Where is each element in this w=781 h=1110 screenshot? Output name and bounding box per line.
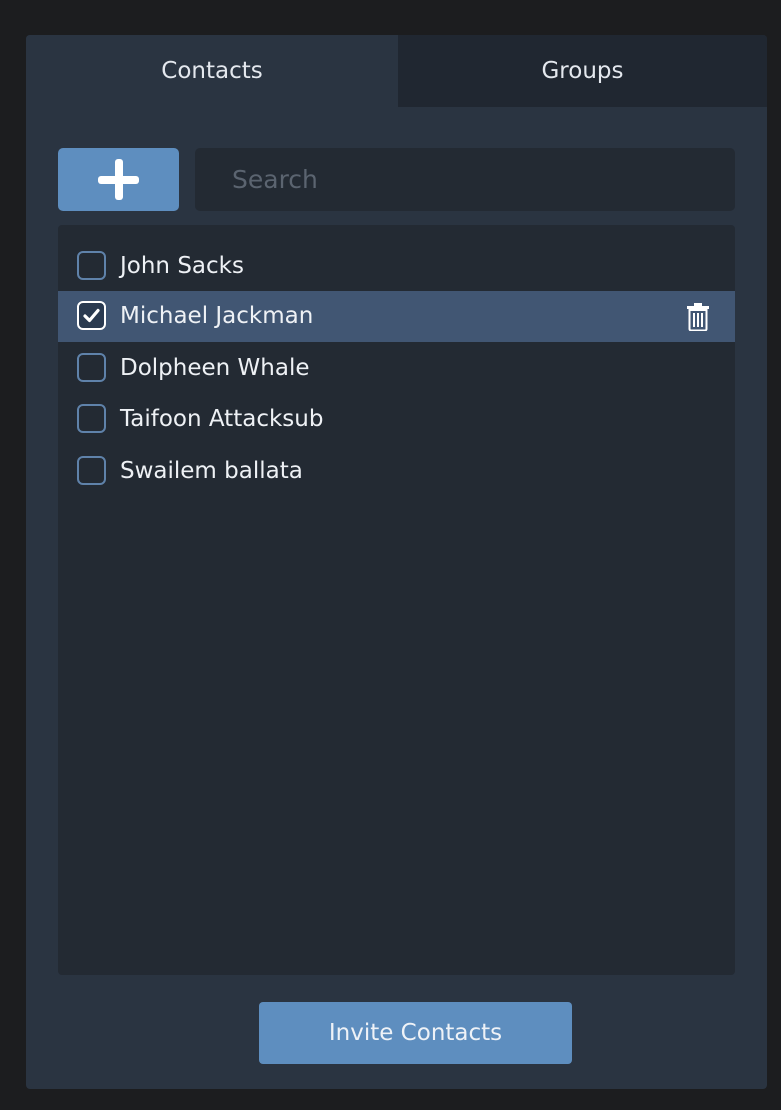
add-contact-button[interactable] <box>58 148 179 211</box>
list-item[interactable]: Taifoon Attacksub <box>58 394 735 445</box>
search-input[interactable] <box>195 148 735 211</box>
contact-checkbox[interactable] <box>77 456 106 485</box>
contact-list: John Sacks Michael Jackman Dolpheen Whal… <box>58 225 735 975</box>
list-item[interactable]: Michael Jackman <box>58 291 735 342</box>
contact-name: Michael Jackman <box>120 303 314 329</box>
list-item[interactable]: John Sacks <box>58 241 735 292</box>
contact-checkbox[interactable] <box>77 353 106 382</box>
contact-name: Taifoon Attacksub <box>120 406 324 432</box>
tab-groups[interactable]: Groups <box>398 35 767 107</box>
contact-checkbox[interactable] <box>77 251 106 280</box>
tab-contacts[interactable]: Contacts <box>26 35 398 107</box>
list-item[interactable]: Dolpheen Whale <box>58 343 735 394</box>
contact-name: John Sacks <box>120 253 244 279</box>
list-item[interactable]: Swailem ballata <box>58 446 735 497</box>
contacts-panel: Contacts Groups John Sacks Michael Jackm… <box>26 35 767 1089</box>
checkmark-icon <box>83 308 100 323</box>
contact-checkbox[interactable] <box>77 404 106 433</box>
tab-bar: Contacts Groups <box>26 35 767 107</box>
contact-name: Swailem ballata <box>120 458 303 484</box>
invite-contacts-button[interactable]: Invite Contacts <box>259 1002 572 1064</box>
trash-icon[interactable] <box>686 303 710 332</box>
contact-checkbox[interactable] <box>77 301 106 330</box>
contact-name: Dolpheen Whale <box>120 355 310 381</box>
